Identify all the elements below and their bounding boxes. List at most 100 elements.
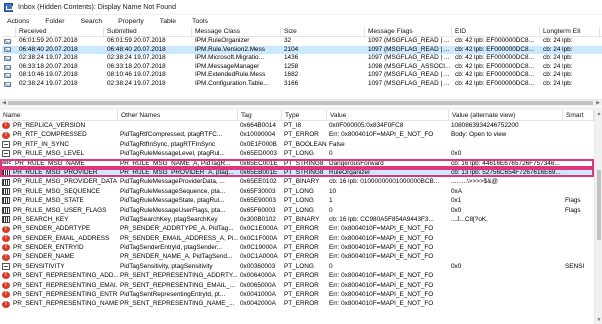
property-cell: 0x0065000A [240,281,276,289]
property-cell: 0x0C1E000A [240,225,278,233]
column-header[interactable]: Longterm EII [540,27,600,36]
column-header[interactable]: Value [327,110,449,120]
property-cell: cb: 16 lpb: 44616E6765726F757346... [451,159,560,167]
menu-actions[interactable]: Actions [0,18,37,25]
message-cell: 1682 [284,71,299,79]
column-header[interactable]: EID [452,27,540,36]
string-property-icon: abc [2,159,12,166]
property-name: PR_SENT_REPRESENTING_ADD... [13,272,118,280]
property-cell: 0x65EC001E [240,159,278,167]
scroll-up-icon[interactable]: ▲ [595,110,602,118]
property-row[interactable]: PR_SENDER_ENTRYID PidTagSenderEntryId, pt… [0,243,594,252]
property-cell: 0x0041000A [240,291,276,299]
property-name-cell: PR_SENT_REPRESENTING_NAME [0,299,118,309]
property-name-cell: PR_RULE_MSG_STATE [0,196,118,205]
property-row[interactable]: PR_RULE_MSG_LEVEL PidTagRuleMessageLevel,… [0,149,594,158]
property-row[interactable]: PR_SENSITIVITY PidTagSensitivity, ptagSen… [0,262,594,271]
column-header[interactable]: Submitted [104,27,192,36]
column-header[interactable]: Received [16,27,104,36]
property-cell: RuleOrganizer [329,168,371,176]
property-cell: PT_ERROR [284,234,319,242]
column-header[interactable]: Value (alternate view) [449,110,563,120]
message-row[interactable]: 08:10:46 19.07.2018 08:10:46 19.07.2018 IP… [2,71,602,80]
message-row[interactable]: 06:33:18 20.07.2018 06:33:18 20.07.2018 IP… [2,63,602,72]
property-row[interactable]: PR_RTF_IN_SYNC PidTagRtfInSync, ptagRTFIn… [0,140,594,149]
property-row[interactable]: PR_RTF_COMPRESSED PidTagRtfCompressed, pt… [0,130,594,140]
property-cell: cb: 16 lpb: 01000000001000000BCB... [329,178,440,186]
column-header[interactable]: Message Flags [365,27,452,36]
property-cell: 0x65EB001E [240,168,278,176]
vertical-scrollbar[interactable]: ▲ ▼ [594,110,602,324]
property-row[interactable]: PR_RULE_MSG_STATE PidTagRuleMessageState,… [0,196,594,205]
column-header[interactable]: Tag [238,110,282,120]
scroll-down-icon[interactable]: ▼ [595,316,602,324]
property-cell: PidTagSearchKey, ptagSearchKey [120,215,218,223]
error-icon [2,281,10,290]
column-header[interactable]: Smart [563,110,594,120]
property-row[interactable]: PR_SENDER_ADDRTYPE PR_SENDER_ADDRTYPE_A, … [0,224,594,234]
vertical-scroll-thumb[interactable] [597,170,601,240]
property-name: PR_RULE_MSG_SEQUENCE [13,187,101,195]
property-row[interactable]: PR_REPLICA_VERSION 0x664B0014 PT_I8 0x0F000… [0,121,594,130]
property-row[interactable]: PR_RULE_MSG_SEQUENCE PidTagRuleMessageSeq… [0,187,594,196]
property-cell: 0x0C1A000A [240,253,278,261]
property-row[interactable]: abc PR_RULE_MSG_NAME PR_RULE_MSG_NAME_A, P… [0,158,594,168]
message-list-header: Received Submitted Message Class Size Messag… [2,27,602,37]
property-name-cell: PR_SENT_REPRESENTING_ADD... [0,271,118,281]
property-cell: 0 [329,150,333,158]
message-cell: IPM.Microsoft.Migratio... [195,54,264,62]
property-row[interactable]: PR_RULE_MSG_PROVIDER PR_RULE_MSG_PROVIDER… [0,167,594,178]
column-header[interactable]: Other Names [118,110,238,120]
menu-search[interactable]: Search [73,18,111,25]
column-header[interactable]: Name [0,110,118,120]
property-name-cell: PR_SENDER_ADDRTYPE [0,224,118,234]
menu-table[interactable]: Table [152,18,184,25]
property-cell: 0x65EE0102 [240,178,277,186]
menu-tools[interactable]: Tools [184,18,216,25]
column-header[interactable]: Message Class [192,27,281,36]
property-name: PR_SENDER_EMAIL_ADDRESS [13,234,110,242]
property-cell: PR_SENT_REPRESENTING_EMAIL_... [120,281,236,289]
horizontal-scroll-thumb[interactable] [8,101,593,105]
property-cell: PT_LONG [284,262,314,270]
property-row[interactable]: PR_SENDER_NAME PR_SENDER_NAME_A, PidTagSe… [0,252,594,262]
column-header[interactable]: Type [282,110,327,120]
message-cell: 2104 [284,45,299,53]
message-cell: 02:38:24 19.07.2018 [107,54,166,62]
property-cell: Flags [565,197,581,205]
property-row[interactable]: PR_SEARCH_KEY PidTagSearchKey, ptagSearch… [0,215,594,224]
message-row[interactable]: 06:48:40 20.07.2018 06:48:40 20.07.2018 IP… [2,45,602,55]
property-row[interactable]: PR_RULE_MSG_PROVIDER_DATA PidTagRuleMessa… [0,177,594,186]
property-row[interactable]: PR_SENT_REPRESENTING_ENTR...PidTagSentRe… [0,290,594,299]
property-cell: 0x0 [451,206,462,214]
message-row[interactable]: 06:01:59 20.07.2018 06:01:59 20.07.2018 IP… [2,37,602,46]
property-cell: PidTagSentRepresentingEntryId, pt... [120,291,226,299]
menu-property[interactable]: Property [110,18,152,25]
property-row[interactable]: PR_SENT_REPRESENTING_EMAI...PR_SENT_REPR… [0,281,594,290]
horizontal-scrollbar[interactable]: ◀ ▶ [0,99,602,106]
property-row[interactable]: PR_RULE_MSG_USER_FLAGS PidTagRuleMessageU… [0,206,594,215]
property-row[interactable]: PR_SENT_REPRESENTING_NAMEPR_SENT_REPRESE… [0,299,594,309]
scroll-right-icon[interactable]: ▶ [595,100,601,106]
property-cell: PT_BOOLEAN [284,140,327,148]
property-cell: 1 [329,197,333,205]
property-cell: PidTagRtfCompressed, ptagRTFC... [120,131,223,139]
envelope-icon [4,47,11,53]
property-cell: cb: 16 lpb: CC980A5F854A9443F3... [329,215,434,223]
column-header[interactable] [2,27,16,36]
property-cell: 0x0C19000A [240,244,277,252]
property-name-cell: PR_RTF_IN_SYNC [0,140,118,149]
property-row[interactable]: PR_SENT_REPRESENTING_ADD...PR_SENT_REPRE… [0,271,594,281]
property-row[interactable]: PR_SENDER_EMAIL_ADDRESS PR_SENDER_EMAIL_A… [0,234,594,243]
column-header[interactable]: Size [281,27,365,36]
scroll-left-icon[interactable]: ◀ [1,100,7,106]
menu-folder[interactable]: Folder [37,18,72,25]
property-cell: PT_LONG [284,206,314,214]
message-cell: 08:10:46 19.07.2018 [19,71,78,79]
message-cell: 06:33:18 20.07.2018 [107,62,166,70]
property-cell: PT_LONG [284,150,314,158]
message-cell: 1258 [284,62,299,70]
message-row[interactable]: 02:38:24 19.07.2018 02:38:24 19.07.2018 IP… [2,54,602,63]
message-row[interactable]: 02:38:24 19.07.2018 02:38:24 19.07.2018 IP… [2,80,602,89]
property-name-cell: PR_RTF_COMPRESSED [0,130,118,140]
